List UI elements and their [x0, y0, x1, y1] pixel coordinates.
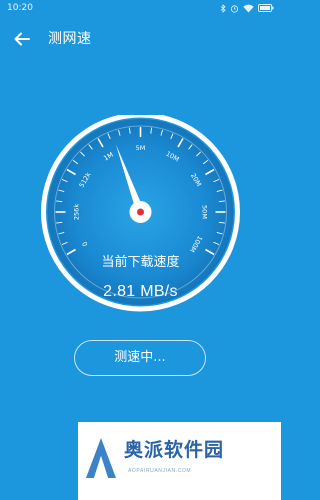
speed-caption: 当前下载速度 [101, 255, 180, 270]
battery-icon [258, 4, 274, 12]
watermark-subtext: AOPAIRUANJIAN.COM [128, 468, 192, 474]
gauge-scale-label: 50M [201, 205, 209, 219]
speed-test-button[interactable]: 测速中... [74, 340, 206, 376]
app-bar: 测网速 [0, 24, 281, 54]
bluetooth-icon [220, 3, 226, 13]
wifi-icon [243, 4, 254, 12]
speed-value: 2.81 MB/s [103, 283, 178, 300]
status-icons [220, 0, 274, 16]
back-arrow-icon [14, 32, 30, 46]
page-title: 测网速 [48, 31, 92, 47]
back-button[interactable] [12, 30, 32, 48]
alarm-icon [230, 4, 239, 13]
watermark-logo [86, 438, 116, 478]
gauge-scale-label: 256k [73, 204, 81, 220]
status-time: 10:20 [7, 3, 33, 13]
status-bar: 10:20 [0, 0, 281, 16]
watermark: 奥派软件园 AOPAIRUANJIAN.COM [78, 422, 281, 500]
gauge-hub-dot [137, 208, 144, 216]
gauge-scale-label: 5M [136, 144, 146, 152]
watermark-text: 奥派软件园 [124, 439, 225, 461]
